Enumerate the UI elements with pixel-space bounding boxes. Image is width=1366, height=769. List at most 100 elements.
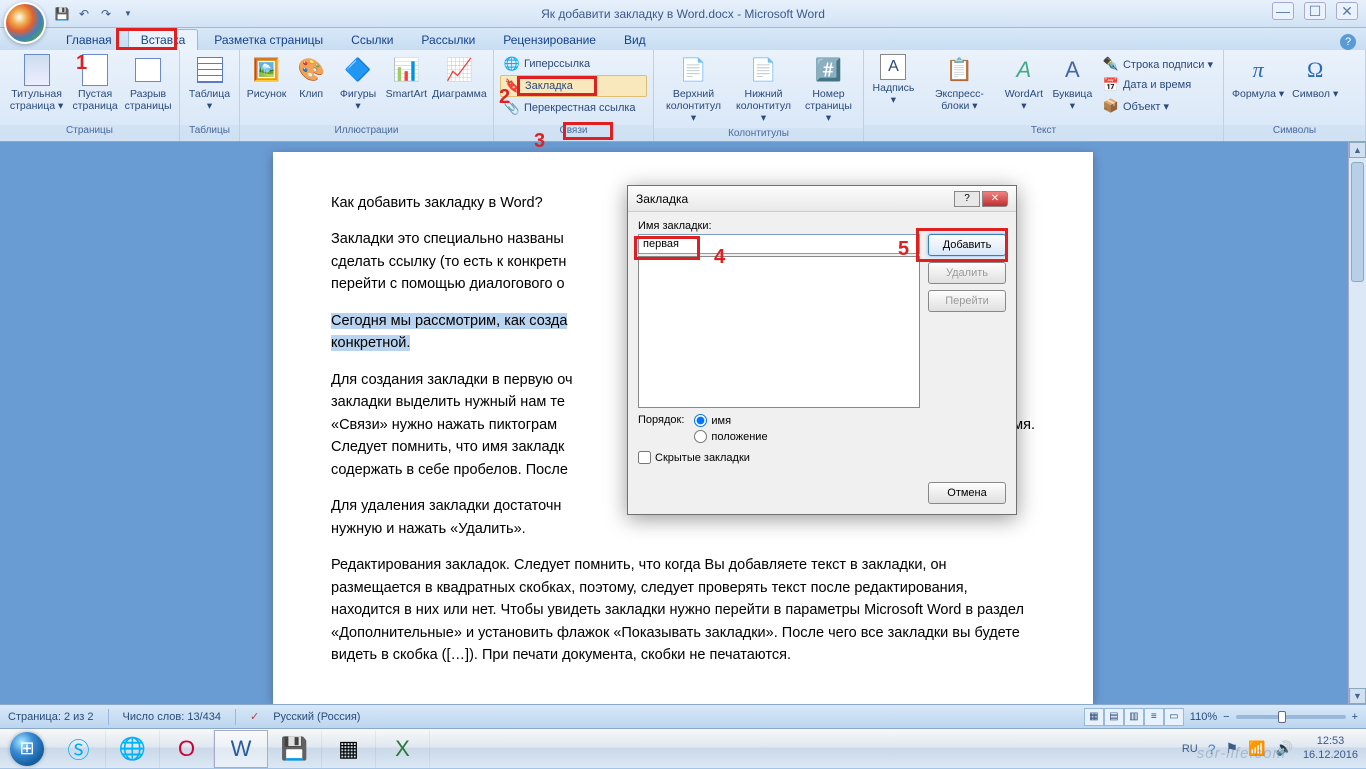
delete-button: Удалить	[928, 262, 1006, 284]
clipart-button[interactable]: 🎨Клип	[289, 52, 333, 102]
group-illustrations: Иллюстрации	[240, 125, 493, 141]
dialog-help-button[interactable]: ?	[954, 191, 980, 207]
datetime-button[interactable]: 📅Дата и время	[1099, 75, 1217, 95]
close-button[interactable]: ✕	[1336, 2, 1358, 20]
start-button[interactable]	[2, 729, 52, 769]
qat-customize-icon[interactable]: ▼	[120, 6, 136, 22]
draft-view-icon[interactable]: ▭	[1164, 708, 1184, 726]
status-language[interactable]: Русский (Россия)	[273, 711, 360, 723]
tab-references[interactable]: Ссылки	[339, 30, 405, 50]
callout-1: 1	[76, 52, 87, 75]
header-button[interactable]: 📄Верхний колонтитул ▾	[658, 52, 729, 126]
zoom-slider[interactable]	[1236, 715, 1346, 719]
tab-insert[interactable]: Вставка	[128, 29, 199, 50]
window-title: Як добавити закладку в Word.docx - Micro…	[541, 7, 825, 21]
goto-button: Перейти	[928, 290, 1006, 312]
scroll-up-icon[interactable]: ▲	[1349, 142, 1366, 158]
status-wordcount[interactable]: Число слов: 13/434	[123, 711, 221, 723]
scroll-thumb[interactable]	[1351, 162, 1364, 282]
group-links: Связи	[494, 125, 653, 141]
zoom-in-button[interactable]: +	[1352, 711, 1358, 723]
proofing-icon[interactable]: ✓	[250, 710, 259, 723]
taskbar-chrome[interactable]: 🌐	[106, 730, 160, 768]
watermark: sor-life.com	[1197, 745, 1286, 762]
chart-button[interactable]: 📈Диаграмма	[430, 52, 489, 102]
outline-view-icon[interactable]: ≡	[1144, 708, 1164, 726]
reading-view-icon[interactable]: ▤	[1104, 708, 1124, 726]
crossref-button[interactable]: 📎Перекрестная ссылка	[500, 98, 647, 118]
page-number-button[interactable]: #️⃣Номер страницы ▾	[798, 52, 859, 126]
taskbar-opera[interactable]: O	[160, 730, 214, 768]
tab-layout[interactable]: Разметка страницы	[202, 30, 335, 50]
tab-view[interactable]: Вид	[612, 30, 658, 50]
tray-lang[interactable]: RU	[1182, 743, 1198, 755]
scroll-down-icon[interactable]: ▼	[1349, 688, 1366, 704]
redo-icon[interactable]: ↷	[98, 6, 114, 22]
help-icon[interactable]: ?	[1340, 34, 1356, 50]
add-button[interactable]: Добавить	[928, 234, 1006, 256]
taskbar-save[interactable]: 💾	[268, 730, 322, 768]
signature-icon: ✒️	[1103, 56, 1119, 72]
object-icon: 📦	[1103, 98, 1119, 114]
selected-text: Сегодня мы рассмотрим, как созда	[331, 313, 567, 329]
group-tables: Таблицы	[180, 125, 239, 141]
picture-button[interactable]: 🖼️Рисунок	[244, 52, 289, 102]
bookmark-name-label: Имя закладки:	[638, 220, 1006, 232]
save-icon[interactable]: 💾	[54, 6, 70, 22]
symbol-button[interactable]: ΩСимвол ▾	[1288, 52, 1342, 102]
footer-button[interactable]: 📄Нижний колонтитул ▾	[729, 52, 798, 126]
undo-icon[interactable]: ↶	[76, 6, 92, 22]
quickparts-button[interactable]: 📋Экспресс-блоки ▾	[919, 52, 1000, 114]
dialog-close-button[interactable]: ✕	[982, 191, 1008, 207]
group-text: Текст	[864, 125, 1223, 141]
sort-by-position-radio[interactable]: положение	[694, 430, 767, 443]
smartart-button[interactable]: 📊SmartArt	[383, 52, 430, 102]
view-buttons[interactable]: ▦ ▤ ▥ ≡ ▭	[1084, 708, 1184, 726]
globe-icon: 🌐	[504, 56, 520, 72]
sort-by-name-radio[interactable]: имя	[694, 414, 767, 427]
status-page[interactable]: Страница: 2 из 2	[8, 711, 94, 723]
signature-line-button[interactable]: ✒️Строка подписи ▾	[1099, 54, 1217, 74]
print-layout-icon[interactable]: ▦	[1084, 708, 1104, 726]
taskbar-skype[interactable]: Ⓢ	[52, 730, 106, 768]
bookmark-list[interactable]	[638, 256, 920, 408]
object-button[interactable]: 📦Объект ▾	[1099, 96, 1217, 116]
page-break-button[interactable]: Разрыв страницы	[121, 52, 175, 114]
taskbar-word[interactable]: W	[214, 730, 268, 768]
callout-5: 5	[898, 238, 909, 261]
equation-button[interactable]: πФормула ▾	[1228, 52, 1288, 102]
textbox-button[interactable]: AНадпись ▾	[868, 52, 919, 108]
tab-mailings[interactable]: Рассылки	[409, 30, 487, 50]
taskbar-app1[interactable]: ▦	[322, 730, 376, 768]
wordart-button[interactable]: AWordArt ▾	[1000, 52, 1048, 114]
group-symbols: Символы	[1224, 125, 1365, 141]
maximize-button[interactable]: ☐	[1304, 2, 1326, 20]
zoom-level[interactable]: 110%	[1190, 711, 1217, 723]
shapes-button[interactable]: 🔷Фигуры ▾	[333, 52, 383, 114]
bookmark-dialog: Закладка ? ✕ Имя закладки: Добавить Удал…	[627, 185, 1017, 515]
zoom-out-button[interactable]: −	[1223, 711, 1229, 723]
tray-clock[interactable]: 12:53 16.12.2016	[1303, 735, 1358, 761]
table-button[interactable]: Таблица ▾	[184, 52, 235, 114]
group-headerfooter: Колонтитулы	[654, 128, 863, 141]
bookmark-button[interactable]: 🔖Закладка	[500, 75, 647, 97]
dialog-title: Закладка	[636, 192, 688, 206]
sort-label: Порядок:	[638, 414, 684, 426]
vertical-scrollbar[interactable]: ▲ ▼	[1348, 142, 1366, 704]
bookmark-name-input[interactable]	[638, 234, 920, 254]
minimize-button[interactable]: —	[1272, 2, 1294, 20]
cover-page-button[interactable]: Титульная страница ▾	[4, 52, 69, 114]
web-layout-icon[interactable]: ▥	[1124, 708, 1144, 726]
hyperlink-button[interactable]: 🌐Гиперссылка	[500, 54, 647, 74]
cancel-button[interactable]: Отмена	[928, 482, 1006, 504]
doc-paragraph: Редактирования закладок. Следует помнить…	[331, 554, 1035, 666]
taskbar-excel[interactable]: X	[376, 730, 430, 768]
office-button[interactable]	[4, 2, 46, 44]
dropcap-button[interactable]: AБуквица ▾	[1048, 52, 1097, 114]
tab-review[interactable]: Рецензирование	[491, 30, 608, 50]
callout-2: 2	[499, 86, 510, 109]
hidden-bookmarks-checkbox[interactable]: Скрытые закладки	[638, 451, 1006, 464]
group-pages: Страницы	[0, 125, 179, 141]
tab-home[interactable]: Главная	[54, 30, 124, 50]
callout-3: 3	[534, 130, 545, 153]
